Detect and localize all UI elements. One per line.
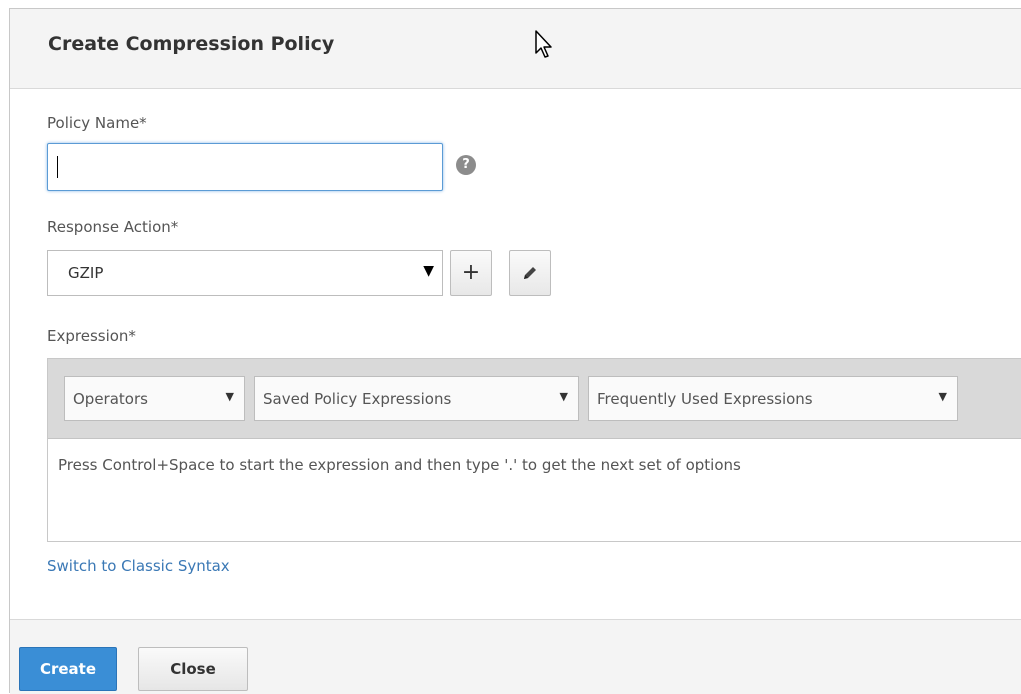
close-button[interactable]: Close	[138, 647, 248, 691]
switch-to-classic-syntax-link[interactable]: Switch to Classic Syntax	[47, 557, 230, 575]
dialog-header: Create Compression Policy	[10, 9, 1021, 89]
saved-policy-expressions-label: Saved Policy Expressions	[263, 390, 452, 408]
caret-down-icon: ▼	[559, 390, 568, 403]
help-icon[interactable]: ?	[456, 155, 476, 175]
operators-label: Operators	[73, 390, 148, 408]
text-caret	[57, 156, 58, 178]
expression-toolbar: Operators ▼ Saved Policy Expressions ▼ F…	[48, 359, 1021, 439]
frequently-used-expressions-dropdown[interactable]: Frequently Used Expressions ▼	[588, 376, 958, 421]
add-action-button[interactable]: +	[450, 250, 492, 296]
pencil-icon	[524, 267, 536, 279]
frequently-used-expressions-label: Frequently Used Expressions	[597, 390, 813, 408]
edit-action-button[interactable]	[509, 250, 551, 296]
dropdown-arrow-icon: ▼	[423, 263, 434, 279]
expression-label: Expression*	[47, 327, 136, 345]
saved-policy-expressions-dropdown[interactable]: Saved Policy Expressions ▼	[254, 376, 579, 421]
caret-down-icon: ▼	[225, 390, 234, 403]
create-button[interactable]: Create	[19, 647, 117, 691]
operators-dropdown[interactable]: Operators ▼	[64, 376, 245, 421]
response-action-label: Response Action*	[47, 218, 179, 236]
dialog-footer: Create Close	[10, 619, 1021, 694]
mouse-pointer-icon	[535, 30, 552, 58]
response-action-select[interactable]: GZIP ▼	[47, 250, 443, 296]
policy-name-label: Policy Name*	[47, 114, 147, 132]
dialog-title: Create Compression Policy	[48, 33, 335, 55]
response-action-value: GZIP	[68, 264, 104, 282]
expression-editor[interactable]: Operators ▼ Saved Policy Expressions ▼ F…	[47, 358, 1021, 542]
expression-hint: Press Control+Space to start the express…	[58, 456, 741, 474]
caret-down-icon: ▼	[938, 390, 947, 403]
create-compression-policy-dialog: Create Compression Policy Policy Name* ?…	[9, 8, 1021, 694]
policy-name-input[interactable]	[47, 143, 443, 191]
